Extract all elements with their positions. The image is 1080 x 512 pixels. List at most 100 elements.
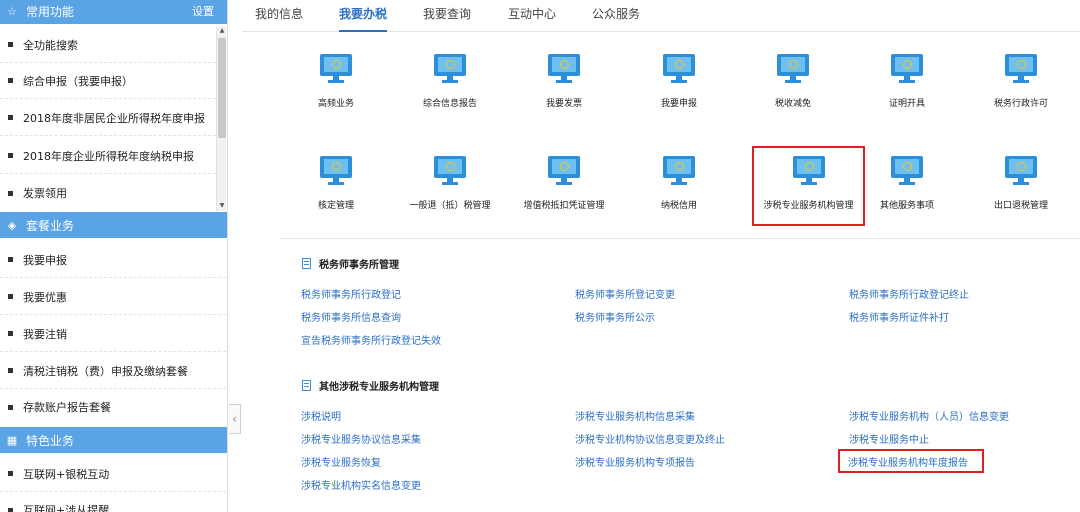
- section-title: 套餐业务: [26, 218, 75, 233]
- tile-invoice[interactable]: 我要发票: [509, 48, 619, 118]
- monitor-icon: [891, 54, 923, 84]
- tile-admin-license[interactable]: 税务行政许可: [966, 48, 1076, 118]
- tile-info-report[interactable]: 综合信息报告: [395, 48, 505, 118]
- bullet-icon: [8, 115, 13, 120]
- link-firm-info-query[interactable]: 税务师事务所信息查询: [301, 309, 401, 324]
- tile-label: 税务行政许可: [993, 99, 1048, 109]
- link-firm-registration[interactable]: 税务师事务所行政登记: [301, 286, 401, 301]
- link-realname-change[interactable]: 涉税专业机构实名信息变更: [301, 477, 421, 492]
- tab-query[interactable]: 我要查询: [423, 0, 471, 32]
- tile-vat-deduction[interactable]: 增值税抵扣凭证管理: [509, 150, 619, 220]
- monitor-icon: [434, 54, 466, 84]
- tile-label: 出口退税管理: [993, 201, 1048, 211]
- tab-tax-handling[interactable]: 我要办税: [339, 0, 388, 32]
- link-firm-invalidation[interactable]: 宣告税务师事务所行政登记失效: [301, 332, 441, 347]
- main-tabs: 我的信息 我要办税 我要查询 互动中心 公众服务: [242, 0, 1080, 32]
- section-header-common[interactable]: ☆ 常用功能 设置: [0, 0, 227, 24]
- tile-verification[interactable]: 核定管理: [281, 150, 391, 220]
- sidebar-item-discount[interactable]: 我要优惠: [0, 279, 226, 315]
- layers-icon: ◈: [7, 218, 17, 232]
- group-title-text: 其他涉税专业服务机构管理: [319, 382, 439, 393]
- highlight-box: [838, 449, 984, 473]
- section-header-special[interactable]: ▦ 特色业务: [0, 427, 227, 453]
- bullet-icon: [8, 257, 13, 262]
- tile-other-services[interactable]: 其他服务事项: [852, 150, 962, 220]
- monitor-icon: [1005, 54, 1037, 84]
- tile-label: 核定管理: [317, 201, 354, 211]
- sidebar-item-declare[interactable]: 我要申报: [0, 242, 226, 278]
- link-agency-personnel-change[interactable]: 涉税专业服务机构（人员）信息变更: [849, 408, 1009, 423]
- tile-professional-agency[interactable]: 涉税专业服务机构管理: [752, 146, 865, 226]
- sidebar-item-nonresident-annual[interactable]: 2018年度非居民企业所得税年度申报: [0, 100, 216, 136]
- settings-link[interactable]: 设置: [192, 3, 214, 19]
- sidebar-collapse-handle[interactable]: ‹: [229, 404, 241, 434]
- tile-label: 我要发票: [545, 99, 582, 109]
- group-title-text: 税务师事务所管理: [319, 260, 399, 271]
- group-title-other-agency: 其他涉税专业服务机构管理: [302, 378, 439, 393]
- document-icon: [302, 258, 311, 269]
- bullet-icon: [8, 42, 13, 47]
- link-special-report[interactable]: 涉税专业服务机构专项报告: [575, 454, 695, 469]
- tile-label: 税收减免: [774, 99, 811, 109]
- link-service-resume[interactable]: 涉税专业服务恢复: [301, 454, 381, 469]
- bullet-icon: [8, 153, 13, 158]
- tile-label: 我要申报: [660, 99, 697, 109]
- sidebar-scrollbar[interactable]: ▲ ▼: [216, 26, 226, 211]
- tile-label: 高频业务: [317, 99, 354, 109]
- tile-high-frequency[interactable]: 高频业务: [281, 48, 391, 118]
- tile-certificate[interactable]: 证明开具: [852, 48, 962, 118]
- link-agreement-collect[interactable]: 涉税专业服务协议信息采集: [301, 431, 421, 446]
- link-agency-info-collect[interactable]: 涉税专业服务机构信息采集: [575, 408, 695, 423]
- link-firm-publicity[interactable]: 税务师事务所公示: [575, 309, 655, 324]
- scroll-thumb[interactable]: [218, 38, 226, 138]
- link-agreement-change[interactable]: 涉税专业机构协议信息变更及终止: [575, 431, 725, 446]
- monitor-icon: [777, 54, 809, 84]
- sidebar-item-deposit-report[interactable]: 存款账户报告套餐: [0, 389, 226, 425]
- monitor-icon: [548, 156, 580, 186]
- link-service-suspend[interactable]: 涉税专业服务中止: [849, 431, 929, 446]
- document-icon: [302, 380, 311, 391]
- sidebar: ☆ 常用功能 设置 全功能搜索 综合申报（我要申报） 2018年度非居民企业所得…: [0, 0, 228, 512]
- monitor-icon: [320, 54, 352, 84]
- section-header-package[interactable]: ◈ 套餐业务: [0, 212, 227, 238]
- bullet-icon: [8, 78, 13, 83]
- scroll-up-icon[interactable]: ▲: [217, 26, 227, 36]
- tile-label: 综合信息报告: [422, 99, 477, 109]
- link-firm-certificate-reprint[interactable]: 税务师事务所证件补打: [849, 309, 949, 324]
- bullet-icon: [8, 471, 13, 476]
- bullet-icon: [8, 190, 13, 196]
- monitor-icon: [320, 156, 352, 186]
- sidebar-item-search[interactable]: 全功能搜索: [0, 27, 216, 63]
- tile-refund[interactable]: 一般退（抵）税管理: [395, 150, 505, 220]
- sidebar-item-label: 2018年度非居民企业所得税年度申报: [23, 111, 205, 125]
- sidebar-item-reminder[interactable]: 互联网+涉从提醒: [0, 492, 226, 512]
- tile-declare[interactable]: 我要申报: [624, 48, 734, 118]
- link-tax-explanation[interactable]: 涉税说明: [301, 408, 341, 423]
- monitor-icon: [663, 54, 695, 84]
- link-firm-termination[interactable]: 税务师事务所行政登记终止: [849, 286, 969, 301]
- sidebar-item-clearance-package[interactable]: 清税注销税（费）申报及缴纳套餐: [0, 353, 226, 389]
- tile-tax-reduction[interactable]: 税收减免: [738, 48, 848, 118]
- tile-label: 其他服务事项: [879, 201, 934, 211]
- sidebar-item-label: 互联网+涉从提醒: [23, 504, 110, 512]
- sidebar-item-label: 发票领用: [23, 187, 67, 200]
- sidebar-item-bank-tax[interactable]: 互联网+银税互动: [0, 456, 226, 492]
- sidebar-item-label: 存款账户报告套餐: [23, 401, 111, 414]
- scroll-down-icon[interactable]: ▼: [217, 201, 227, 211]
- sidebar-item-cancel[interactable]: 我要注销: [0, 316, 226, 352]
- chevron-left-icon: ‹: [232, 412, 237, 426]
- tile-credit[interactable]: 纳税信用: [624, 150, 734, 220]
- tab-interaction[interactable]: 互动中心: [508, 0, 556, 32]
- sidebar-item-comprehensive-declaration[interactable]: 综合申报（我要申报）: [0, 63, 216, 99]
- sidebar-item-enterprise-annual[interactable]: 2018年度企业所得税年度纳税申报: [0, 138, 216, 174]
- bullet-icon: [8, 404, 13, 410]
- bullet-icon: [8, 331, 13, 336]
- tab-public-service[interactable]: 公众服务: [592, 0, 640, 32]
- sidebar-item-label: 2018年度企业所得税年度纳税申报: [23, 149, 194, 163]
- link-firm-change[interactable]: 税务师事务所登记变更: [575, 286, 675, 301]
- sidebar-item-invoice-collect[interactable]: 发票领用: [0, 175, 216, 211]
- tab-my-info[interactable]: 我的信息: [255, 0, 303, 32]
- monitor-icon: [434, 156, 466, 186]
- tile-export-refund[interactable]: 出口退税管理: [966, 150, 1076, 220]
- monitor-icon: [548, 54, 580, 84]
